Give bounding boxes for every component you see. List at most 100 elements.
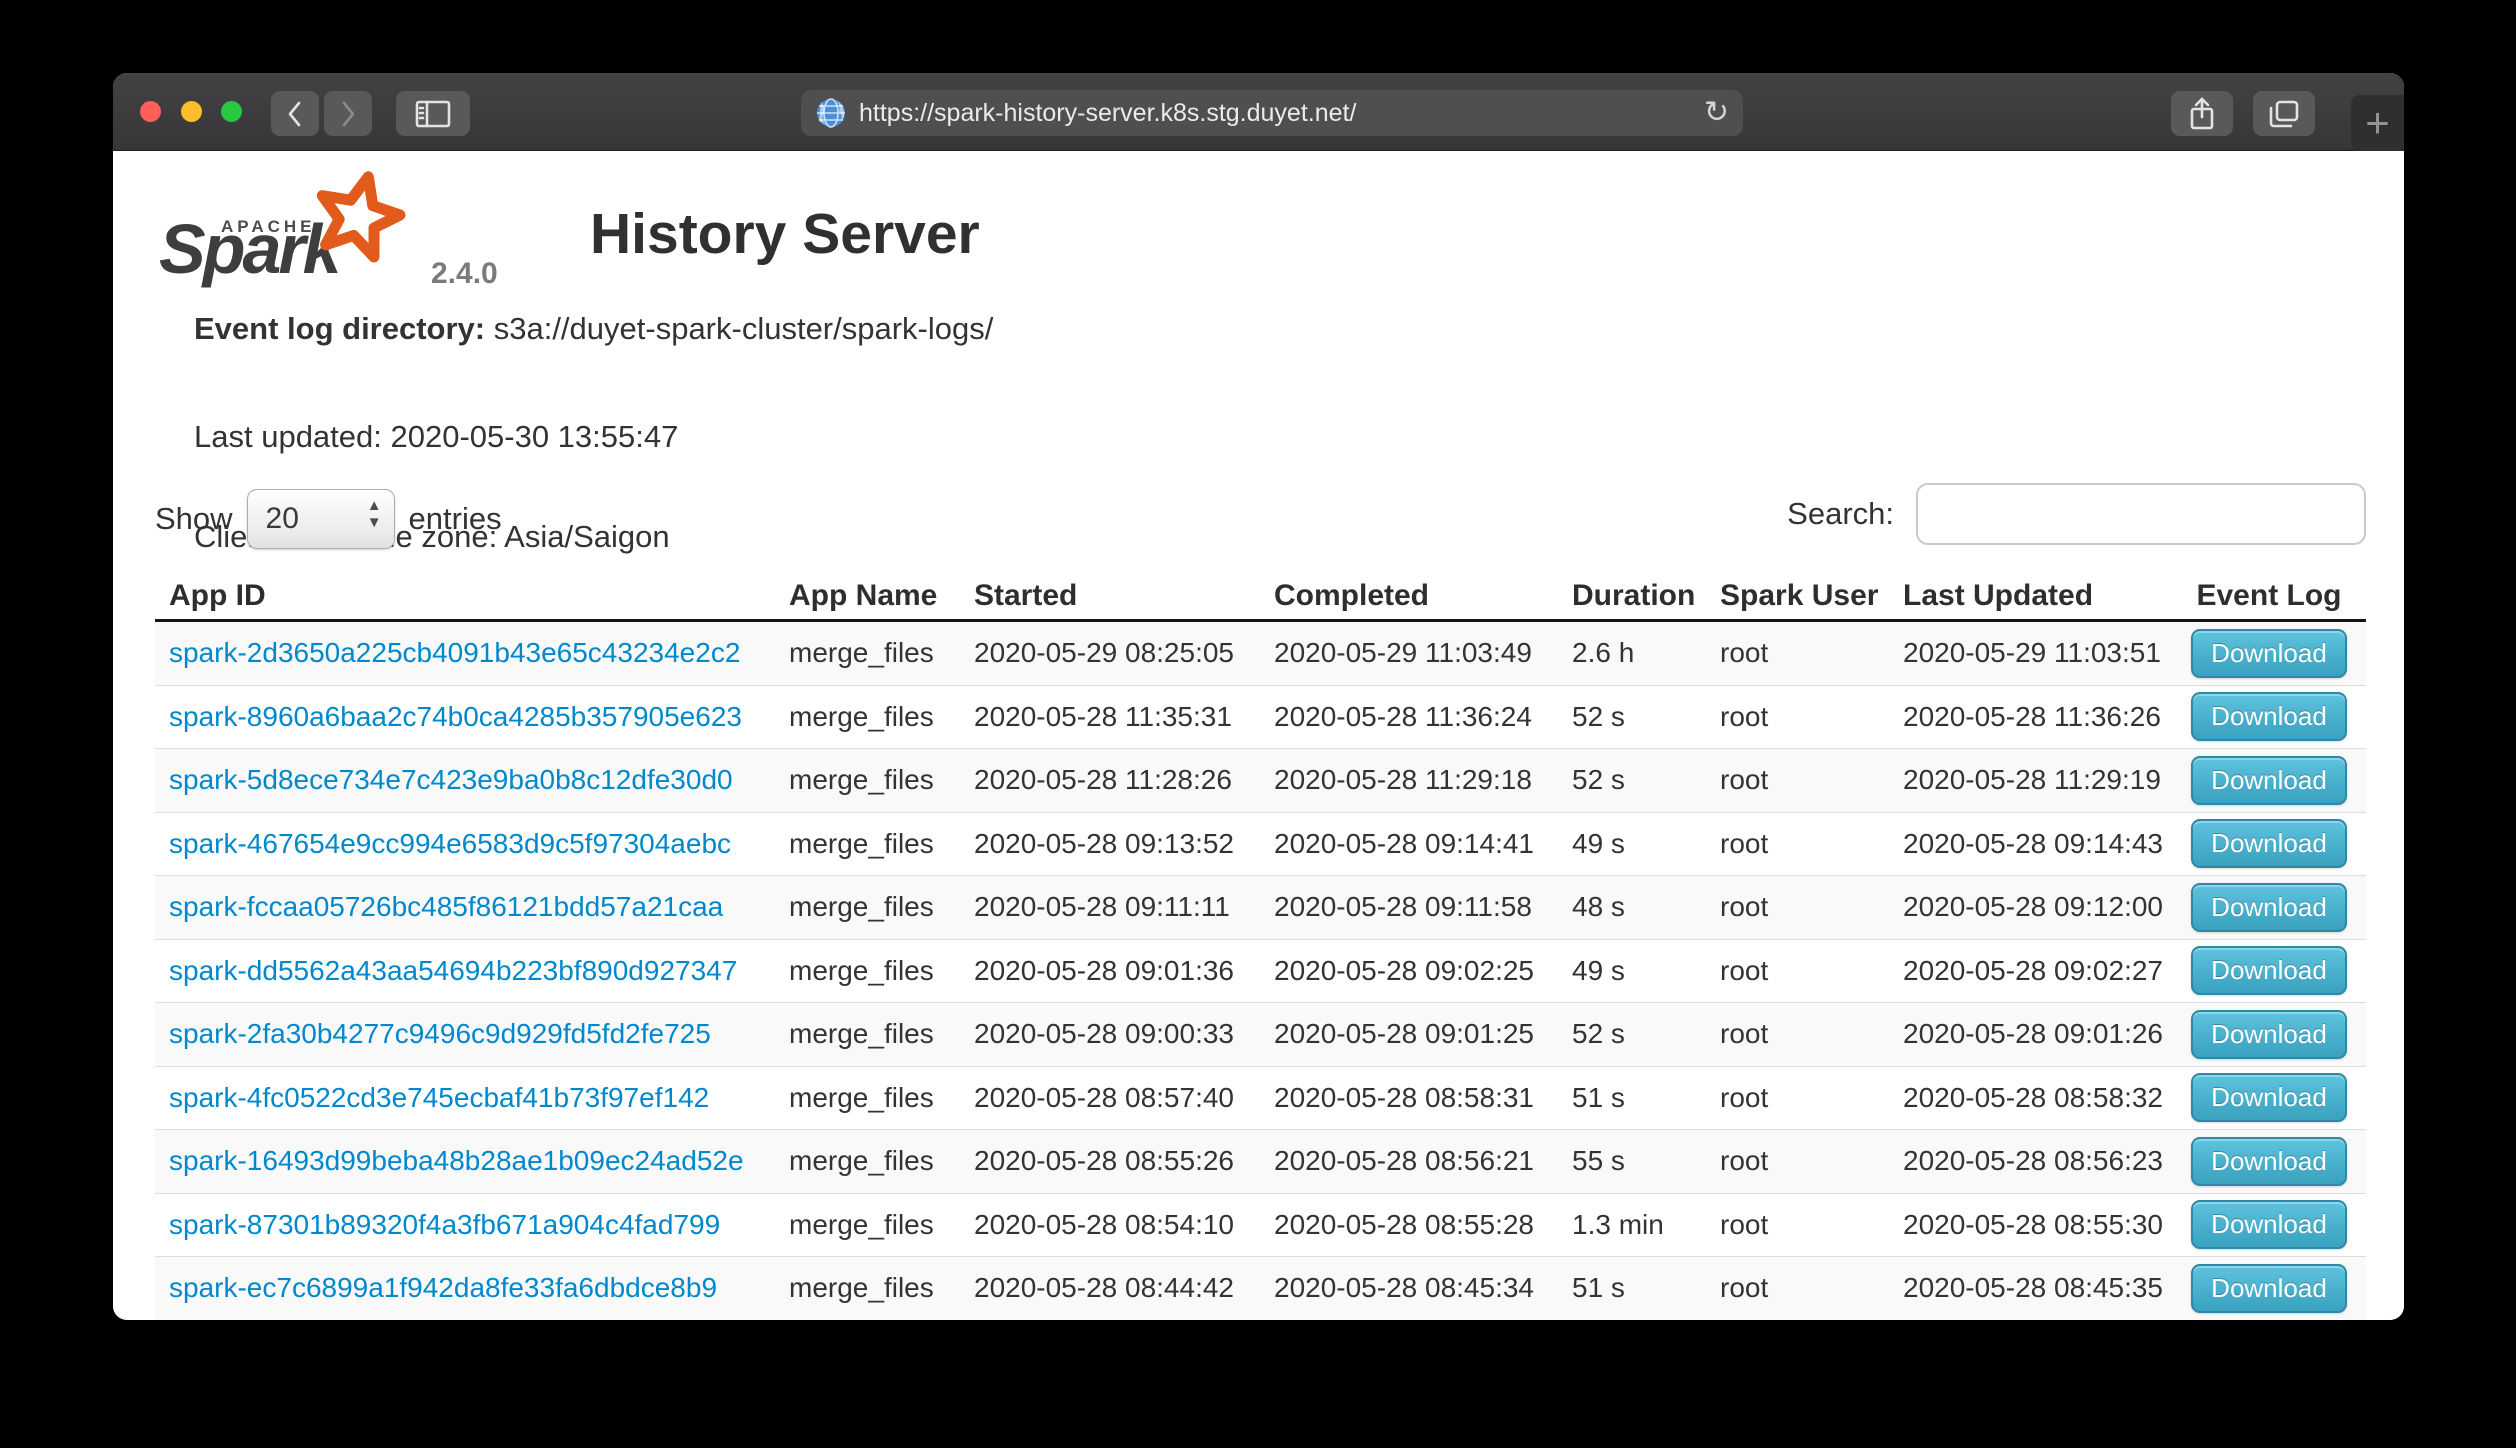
cell-duration: 55 s <box>1558 1130 1706 1194</box>
search-input[interactable] <box>1916 483 2366 545</box>
cell-last-updated: 2020-05-28 08:56:23 <box>1889 1130 2172 1194</box>
address-bar[interactable]: https://spark-history-server.k8s.stg.duy… <box>801 90 1743 136</box>
globe-icon <box>815 97 847 129</box>
cell-last-updated: 2020-05-29 11:03:51 <box>1889 621 2172 686</box>
search-label: Search: <box>1787 496 1894 532</box>
cell-started: 2020-05-28 08:54:10 <box>960 1193 1260 1257</box>
cell-completed: 2020-05-28 08:45:34 <box>1260 1257 1558 1320</box>
column-header-app-name[interactable]: App Name <box>775 573 960 621</box>
entries-label: entries <box>409 501 502 537</box>
download-button[interactable]: Download <box>2191 1010 2347 1059</box>
cell-last-updated: 2020-05-28 08:45:35 <box>1889 1257 2172 1320</box>
cell-app-name: merge_files <box>775 939 960 1003</box>
sidebar-toggle-button[interactable] <box>396 91 470 136</box>
download-button[interactable]: Download <box>2191 1137 2347 1186</box>
download-button[interactable]: Download <box>2191 819 2347 868</box>
download-button[interactable]: Download <box>2191 629 2347 678</box>
cell-spark-user: root <box>1706 749 1889 813</box>
cell-last-updated: 2020-05-28 11:29:19 <box>1889 749 2172 813</box>
download-button[interactable]: Download <box>2191 883 2347 932</box>
app-id-link[interactable]: spark-87301b89320f4a3fb671a904c4fad799 <box>169 1209 720 1240</box>
app-id-link[interactable]: spark-dd5562a43aa54694b223bf890d927347 <box>169 955 737 986</box>
column-header-event-log[interactable]: Event Log <box>2172 573 2366 621</box>
cell-spark-user: root <box>1706 1257 1889 1320</box>
app-id-link[interactable]: spark-2fa30b4277c9496c9d929fd5fd2fe725 <box>169 1018 711 1049</box>
cell-app-name: merge_files <box>775 749 960 813</box>
cell-completed: 2020-05-28 11:36:24 <box>1260 685 1558 749</box>
cell-started: 2020-05-28 09:11:11 <box>960 876 1260 940</box>
table-row: spark-8960a6baa2c74b0ca4285b357905e623 m… <box>155 685 2366 749</box>
new-tab-button[interactable]: + <box>2351 95 2404 151</box>
cell-completed: 2020-05-28 08:55:28 <box>1260 1193 1558 1257</box>
cell-started: 2020-05-28 09:01:36 <box>960 939 1260 1003</box>
cell-last-updated: 2020-05-28 11:36:26 <box>1889 685 2172 749</box>
column-header-started[interactable]: Started <box>960 573 1260 621</box>
cell-started: 2020-05-28 11:28:26 <box>960 749 1260 813</box>
download-button[interactable]: Download <box>2191 692 2347 741</box>
tab-overview-button[interactable] <box>2253 91 2315 136</box>
app-id-link[interactable]: spark-5d8ece734e7c423e9ba0b8c12dfe30d0 <box>169 764 733 795</box>
column-header-spark-user[interactable]: Spark User <box>1706 573 1889 621</box>
cell-spark-user: root <box>1706 876 1889 940</box>
table-header-row: App IDApp NameStartedCompletedDurationSp… <box>155 573 2366 621</box>
cell-app-name: merge_files <box>775 685 960 749</box>
app-id-link[interactable]: spark-16493d99beba48b28ae1b09ec24ad52e <box>169 1145 744 1176</box>
share-button[interactable] <box>2171 91 2233 136</box>
close-window-button[interactable] <box>140 101 161 122</box>
download-button[interactable]: Download <box>2191 1200 2347 1249</box>
column-header-app-id[interactable]: App ID <box>155 573 775 621</box>
app-id-link[interactable]: spark-2d3650a225cb4091b43e65c43234e2c2 <box>169 637 740 668</box>
cell-started: 2020-05-28 09:13:52 <box>960 812 1260 876</box>
app-id-link[interactable]: spark-ec7c6899a1f942da8fe33fa6dbdce8b9 <box>169 1272 717 1303</box>
app-id-link[interactable]: spark-467654e9cc994e6583d9c5f97304aebc <box>169 828 731 859</box>
search-control: Search: <box>1787 483 2366 545</box>
select-stepper-icon: ▲ ▼ <box>367 498 382 532</box>
cell-spark-user: root <box>1706 939 1889 1003</box>
sidebar-icon <box>415 100 451 128</box>
column-header-last-updated[interactable]: Last Updated <box>1889 573 2172 621</box>
page-size-select[interactable]: 20 ▲ ▼ <box>247 489 395 549</box>
cell-completed: 2020-05-28 09:02:25 <box>1260 939 1558 1003</box>
download-button[interactable]: Download <box>2191 1264 2347 1313</box>
share-icon <box>2189 97 2215 131</box>
forward-button[interactable] <box>324 91 372 136</box>
cell-app-name: merge_files <box>775 1193 960 1257</box>
minimize-window-button[interactable] <box>181 101 202 122</box>
cell-completed: 2020-05-28 11:29:18 <box>1260 749 1558 813</box>
download-button[interactable]: Download <box>2191 946 2347 995</box>
cell-completed: 2020-05-28 09:14:41 <box>1260 812 1558 876</box>
cell-last-updated: 2020-05-28 09:14:43 <box>1889 812 2172 876</box>
cell-spark-user: root <box>1706 621 1889 686</box>
url-text: https://spark-history-server.k8s.stg.duy… <box>859 99 1704 128</box>
reload-icon[interactable]: ↻ <box>1704 98 1729 128</box>
back-button[interactable] <box>271 91 319 136</box>
table-row: spark-fccaa05726bc485f86121bdd57a21caa m… <box>155 876 2366 940</box>
cell-app-name: merge_files <box>775 1130 960 1194</box>
last-updated-line: Last updated: 2020-05-30 13:55:47 <box>194 419 678 455</box>
app-id-link[interactable]: spark-4fc0522cd3e745ecbaf41b73f97ef142 <box>169 1082 709 1113</box>
screenshot-stage: https://spark-history-server.k8s.stg.duy… <box>0 0 2516 1448</box>
cell-completed: 2020-05-28 09:11:58 <box>1260 876 1558 940</box>
app-id-link[interactable]: spark-fccaa05726bc485f86121bdd57a21caa <box>169 891 723 922</box>
browser-window: https://spark-history-server.k8s.stg.duy… <box>113 73 2404 1320</box>
cell-spark-user: root <box>1706 1193 1889 1257</box>
cell-spark-user: root <box>1706 1003 1889 1067</box>
zoom-window-button[interactable] <box>221 101 242 122</box>
download-button[interactable]: Download <box>2191 1073 2347 1122</box>
column-header-duration[interactable]: Duration <box>1558 573 1706 621</box>
column-header-completed[interactable]: Completed <box>1260 573 1558 621</box>
page-title: History Server <box>590 201 980 267</box>
table-row: spark-2fa30b4277c9496c9d929fd5fd2fe725 m… <box>155 1003 2366 1067</box>
show-label: Show <box>155 501 233 537</box>
chevron-right-icon <box>337 99 359 129</box>
applications-table-wrap: App IDApp NameStartedCompletedDurationSp… <box>155 573 2366 1320</box>
table-row: spark-dd5562a43aa54694b223bf890d927347 m… <box>155 939 2366 1003</box>
cell-app-name: merge_files <box>775 1257 960 1320</box>
cell-duration: 52 s <box>1558 1003 1706 1067</box>
applications-table: App IDApp NameStartedCompletedDurationSp… <box>155 573 2366 1320</box>
app-id-link[interactable]: spark-8960a6baa2c74b0ca4285b357905e623 <box>169 701 742 732</box>
table-row: spark-2d3650a225cb4091b43e65c43234e2c2 m… <box>155 621 2366 686</box>
cell-spark-user: root <box>1706 1066 1889 1130</box>
download-button[interactable]: Download <box>2191 756 2347 805</box>
cell-started: 2020-05-28 09:00:33 <box>960 1003 1260 1067</box>
